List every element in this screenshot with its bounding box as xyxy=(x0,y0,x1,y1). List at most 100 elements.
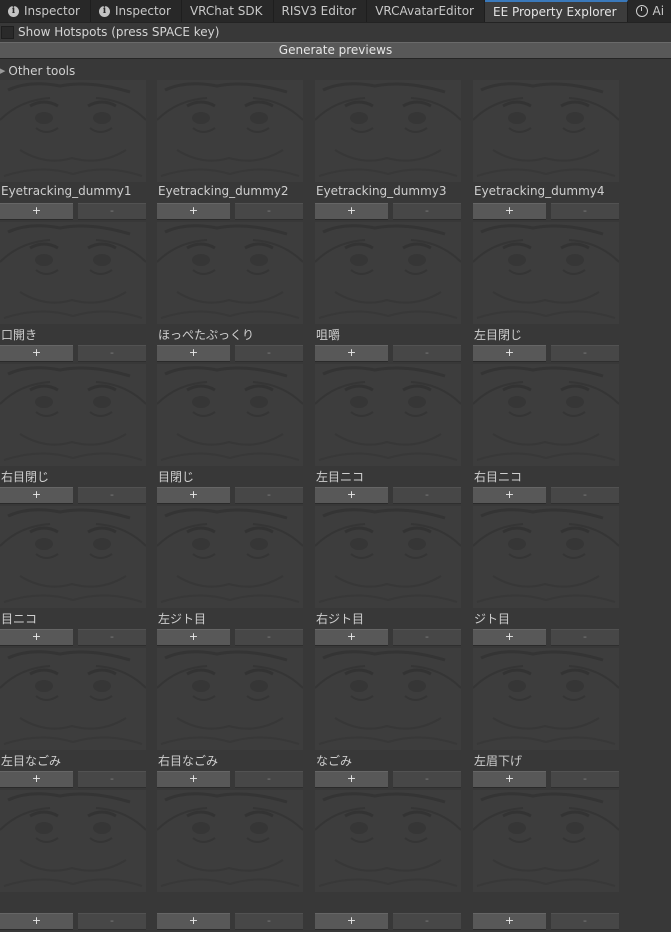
preview-thumbnail[interactable] xyxy=(315,790,461,892)
add-button[interactable]: + xyxy=(157,487,230,504)
remove-button[interactable]: - xyxy=(393,203,461,220)
remove-button[interactable]: - xyxy=(235,487,303,504)
show-hotspots-label: Show Hotspots (press SPACE key) xyxy=(18,25,220,39)
add-button[interactable]: + xyxy=(315,345,388,362)
add-button[interactable]: + xyxy=(473,913,546,930)
add-button[interactable]: + xyxy=(157,203,230,220)
remove-button[interactable]: - xyxy=(78,629,146,646)
remove-button[interactable]: - xyxy=(551,771,619,788)
preview-cell: 右目なごみ + - xyxy=(157,648,307,790)
add-button[interactable]: + xyxy=(0,771,73,788)
remove-button[interactable]: - xyxy=(235,771,303,788)
preview-thumbnail[interactable] xyxy=(157,364,303,466)
preview-thumbnail[interactable] xyxy=(0,506,146,608)
tab-4[interactable]: VRCAvatarEditor xyxy=(367,0,485,22)
add-button[interactable]: + xyxy=(473,771,546,788)
remove-button[interactable]: - xyxy=(393,629,461,646)
preview-thumbnail[interactable] xyxy=(315,222,461,324)
add-button[interactable]: + xyxy=(157,629,230,646)
preview-cell: 右目閉じ + - xyxy=(0,364,150,506)
other-tools-foldout[interactable]: ▶ Other tools xyxy=(0,62,75,80)
add-button[interactable]: + xyxy=(473,487,546,504)
add-button[interactable]: + xyxy=(157,771,230,788)
preview-thumbnail[interactable] xyxy=(473,364,619,466)
preview-thumbnail[interactable] xyxy=(315,648,461,750)
preview-thumbnail[interactable] xyxy=(473,222,619,324)
preview-thumbnail[interactable] xyxy=(0,648,146,750)
add-button[interactable]: + xyxy=(315,771,388,788)
info-icon: i xyxy=(98,5,110,17)
remove-button[interactable]: - xyxy=(551,913,619,930)
add-button[interactable]: + xyxy=(0,203,73,220)
tab-label: VRChat SDK xyxy=(189,4,263,18)
blendshape-label: 右目ニコ xyxy=(474,470,523,484)
tab-6[interactable]: Ai xyxy=(628,0,671,22)
blendshape-label: 目ニコ xyxy=(1,612,38,626)
show-hotspots-toggle[interactable]: Show Hotspots (press SPACE key) xyxy=(0,23,671,41)
remove-button[interactable]: - xyxy=(235,345,303,362)
tab-3[interactable]: RISV3 Editor xyxy=(274,0,368,22)
remove-button[interactable]: - xyxy=(78,771,146,788)
preview-thumbnail[interactable] xyxy=(157,648,303,750)
preview-cell: Eyetracking_dummy3 + - xyxy=(315,80,465,222)
blendshape-label: 左ジト目 xyxy=(158,612,207,626)
preview-thumbnail[interactable] xyxy=(0,222,146,324)
tab-0[interactable]: i Inspector xyxy=(0,0,91,22)
preview-cell: ジト目 + - xyxy=(473,506,623,648)
preview-thumbnail[interactable] xyxy=(473,790,619,892)
add-button[interactable]: + xyxy=(0,345,73,362)
add-button[interactable]: + xyxy=(473,629,546,646)
add-button[interactable]: + xyxy=(473,203,546,220)
preview-thumbnail[interactable] xyxy=(157,222,303,324)
add-button[interactable]: + xyxy=(315,913,388,930)
remove-button[interactable]: - xyxy=(235,203,303,220)
tab-2[interactable]: VRChat SDK xyxy=(182,0,274,22)
add-button[interactable]: + xyxy=(315,203,388,220)
add-button[interactable]: + xyxy=(0,913,73,930)
remove-button[interactable]: - xyxy=(235,913,303,930)
remove-button[interactable]: - xyxy=(78,487,146,504)
preview-thumbnail[interactable] xyxy=(473,80,619,182)
preview-thumbnail[interactable] xyxy=(157,506,303,608)
add-button[interactable]: + xyxy=(315,629,388,646)
add-button[interactable]: + xyxy=(0,629,73,646)
remove-button[interactable]: - xyxy=(393,487,461,504)
preview-thumbnail[interactable] xyxy=(157,790,303,892)
add-button[interactable]: + xyxy=(157,913,230,930)
preview-thumbnail[interactable] xyxy=(315,364,461,466)
remove-button[interactable]: - xyxy=(78,913,146,930)
remove-button[interactable]: - xyxy=(551,203,619,220)
preview-cell: 咀嚼 + - xyxy=(315,222,465,364)
add-button[interactable]: + xyxy=(0,487,73,504)
tab-1[interactable]: i Inspector xyxy=(91,0,182,22)
remove-button[interactable]: - xyxy=(551,487,619,504)
remove-button[interactable]: - xyxy=(78,345,146,362)
blendshape-label: なごみ xyxy=(316,754,353,768)
preview-thumbnail[interactable] xyxy=(473,648,619,750)
add-button[interactable]: + xyxy=(157,345,230,362)
remove-button[interactable]: - xyxy=(393,771,461,788)
remove-button[interactable]: - xyxy=(393,913,461,930)
preview-thumbnail[interactable] xyxy=(157,80,303,182)
blendshape-label: 左目なごみ xyxy=(1,754,62,768)
preview-thumbnail[interactable] xyxy=(315,506,461,608)
blendshape-label: Eyetracking_dummy4 xyxy=(474,184,605,198)
foldout-arrow-icon: ▶ xyxy=(0,67,6,75)
remove-button[interactable]: - xyxy=(551,345,619,362)
generate-previews-button[interactable]: Generate previews xyxy=(0,42,671,59)
blendshape-label: Eyetracking_dummy1 xyxy=(1,184,132,198)
show-hotspots-checkbox[interactable] xyxy=(1,25,14,39)
tab-5[interactable]: EE Property Explorer xyxy=(484,0,628,22)
preview-thumbnail[interactable] xyxy=(315,80,461,182)
remove-button[interactable]: - xyxy=(235,629,303,646)
remove-button[interactable]: - xyxy=(551,629,619,646)
preview-thumbnail[interactable] xyxy=(473,506,619,608)
remove-button[interactable]: - xyxy=(78,203,146,220)
add-button[interactable]: + xyxy=(473,345,546,362)
remove-button[interactable]: - xyxy=(393,345,461,362)
preview-cell: + - xyxy=(473,790,623,932)
preview-thumbnail[interactable] xyxy=(0,790,146,892)
preview-thumbnail[interactable] xyxy=(0,364,146,466)
add-button[interactable]: + xyxy=(315,487,388,504)
preview-thumbnail[interactable] xyxy=(0,80,146,182)
